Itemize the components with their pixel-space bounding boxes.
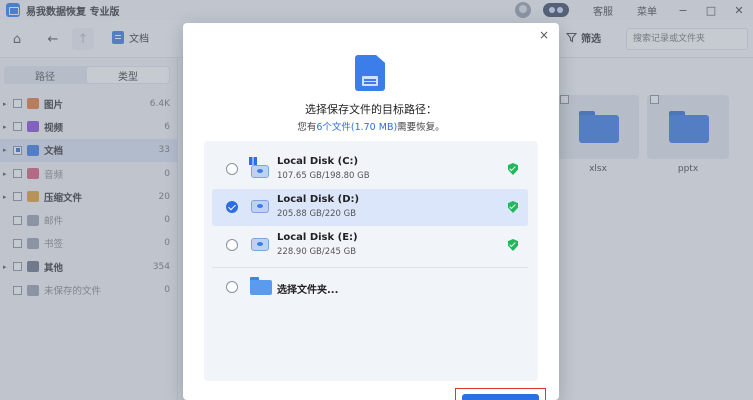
disk-size: 107.65 GB/198.80 GB <box>277 171 370 181</box>
disk-name: Local Disk (C:) <box>277 156 359 167</box>
choose-folder-label: 选择文件夹... <box>277 285 339 296</box>
confirm-highlight <box>455 388 546 400</box>
disk-icon <box>249 195 271 219</box>
confirm-button[interactable] <box>462 394 539 400</box>
dialog-subtitle: 您有6个文件(1.70 MB)需要恢复。 <box>183 119 559 133</box>
close-icon[interactable]: × <box>537 28 551 42</box>
disk-name: Local Disk (D:) <box>277 194 360 205</box>
disk-size: 205.88 GB/220 GB <box>277 209 357 219</box>
disk-radio[interactable] <box>226 239 238 251</box>
subtitle-prefix: 您有 <box>297 122 317 133</box>
subtitle-suffix: 需要恢复。 <box>397 122 445 133</box>
dialog-title: 选择保存文件的目标路径： <box>305 103 437 116</box>
disk-radio[interactable] <box>226 201 238 213</box>
file-count-highlight: 6个文件(1.70 MB) <box>316 122 398 133</box>
disk-option-c[interactable]: Local Disk (C:) 107.65 GB/198.80 GB <box>212 151 528 188</box>
choose-folder-option[interactable]: 选择文件夹... <box>212 269 528 306</box>
save-file-icon <box>355 55 385 91</box>
disk-option-d[interactable]: Local Disk (D:) 205.88 GB/220 GB <box>212 189 528 226</box>
shield-check-icon <box>508 201 518 213</box>
disk-option-e[interactable]: Local Disk (E:) 228.90 GB/245 GB <box>212 227 528 264</box>
disk-radio[interactable] <box>226 163 238 175</box>
disk-list: Local Disk (C:) 107.65 GB/198.80 GB Loca… <box>204 141 538 381</box>
shield-check-icon <box>508 239 518 251</box>
folder-icon <box>250 277 272 295</box>
shield-check-icon <box>508 163 518 175</box>
save-location-dialog: × 选择保存文件的目标路径： 您有6个文件(1.70 MB)需要恢复。 Loca… <box>183 23 559 400</box>
disk-icon <box>249 233 271 257</box>
folder-radio[interactable] <box>226 281 238 293</box>
disk-name: Local Disk (E:) <box>277 232 358 243</box>
system-disk-icon <box>249 157 271 181</box>
disk-size: 228.90 GB/245 GB <box>277 247 357 257</box>
divider <box>212 267 528 268</box>
